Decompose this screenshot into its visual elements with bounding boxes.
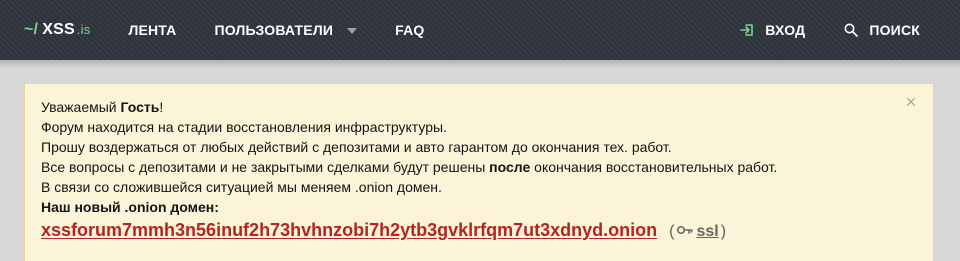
notice-line-1: Форум находится на стадии восстановления…	[41, 119, 447, 135]
notice-line-3: Все вопросы с депозитами и не закрытыми …	[41, 157, 917, 177]
ssl-open-paren: (	[669, 223, 675, 240]
nav-item-label: ПОЛЬЗОВАТЕЛИ	[214, 22, 334, 38]
search-button[interactable]: ПОИСК	[843, 22, 920, 38]
notice-line-3-prefix: Все вопросы с депозитами и не закрытыми …	[41, 159, 490, 175]
login-button[interactable]: ВХОД	[739, 22, 805, 38]
notice-banner: × Уважаемый Гость! Форум находится на ст…	[24, 83, 934, 261]
page: ~/ XSS .is ЛЕНТА ПОЛЬЗОВАТЕЛИ FAQ ВХОД П…	[0, 0, 960, 261]
notice-greeting: Уважаемый Гость!	[41, 97, 917, 117]
notice-greeting-prefix: Уважаемый	[41, 99, 121, 115]
search-icon	[843, 22, 859, 38]
ssl-link-group: ( ssl )	[669, 220, 726, 242]
logo-tld: .is	[76, 22, 91, 37]
notice-line-4: В связи со сложившейся ситуацией мы меня…	[41, 179, 442, 195]
notice-line-3-bold: после	[489, 159, 531, 175]
onion-row: xssforum7mmh3n56inuf2h73hvhnzobi7h2ytb3g…	[41, 220, 917, 242]
chevron-down-icon[interactable]	[347, 28, 358, 34]
nav-item-users[interactable]: ПОЛЬЗОВАТЕЛИ	[196, 0, 377, 60]
ssl-link[interactable]: ssl	[696, 222, 718, 242]
ssl-close-paren: )	[720, 223, 727, 240]
notice-line-2: Прошу воздержаться от любых действий с д…	[41, 139, 672, 155]
notice-line-3-suffix: окончания восстановительных работ.	[530, 159, 778, 175]
nav-item-feed[interactable]: ЛЕНТА	[128, 0, 195, 60]
login-label: ВХОД	[765, 22, 806, 38]
main-nav: ЛЕНТА ПОЛЬЗОВАТЕЛИ FAQ	[128, 0, 443, 60]
header-actions: ВХОД ПОИСК	[739, 0, 960, 60]
site-logo[interactable]: ~/ XSS .is	[24, 21, 90, 39]
main-content: × Уважаемый Гость! Форум находится на ст…	[0, 60, 960, 261]
nav-item-label: FAQ	[395, 22, 425, 38]
close-icon[interactable]: ×	[903, 93, 919, 111]
new-domain-label: Наш новый .onion домен:	[41, 199, 219, 215]
onion-domain-link[interactable]: xssforum7mmh3n56inuf2h73hvhnzobi7h2ytb3g…	[41, 220, 657, 240]
logo-name: XSS	[42, 21, 75, 38]
search-label: ПОИСК	[869, 22, 920, 38]
notice-greeting-name: Гость	[120, 99, 160, 115]
top-navigation-bar: ~/ XSS .is ЛЕНТА ПОЛЬЗОВАТЕЛИ FAQ ВХОД П…	[0, 0, 960, 60]
logo-prefix: ~/	[24, 21, 39, 38]
login-arrow-icon	[739, 22, 755, 38]
notice-greeting-suffix: !	[159, 99, 164, 115]
key-icon	[676, 222, 694, 238]
nav-item-faq[interactable]: FAQ	[376, 0, 443, 60]
nav-item-label: ЛЕНТА	[128, 22, 177, 38]
